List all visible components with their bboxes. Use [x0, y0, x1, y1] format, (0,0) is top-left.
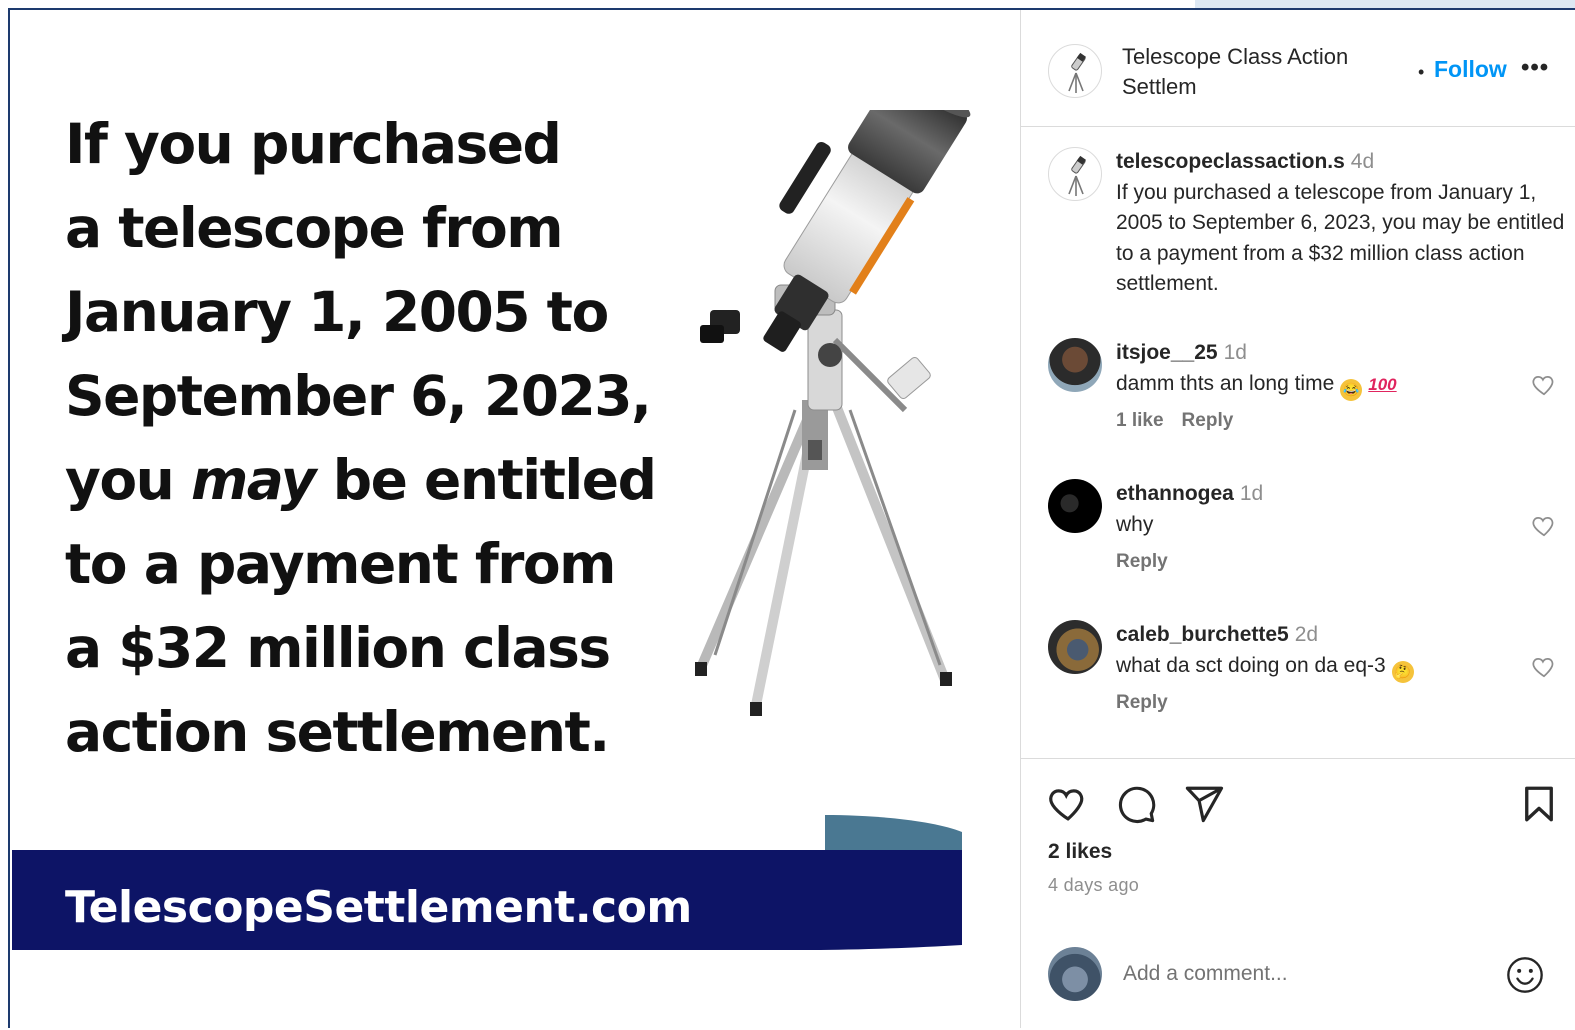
comment-item: caleb_burchette5 2d what da sct doing on …: [1021, 620, 1575, 740]
comment-username[interactable]: caleb_burchette5: [1116, 623, 1289, 646]
commenter-avatar[interactable]: [1048, 338, 1102, 392]
commenter-avatar[interactable]: [1048, 479, 1102, 533]
follow-button[interactable]: Follow: [1434, 56, 1507, 83]
post-sidebar: Telescope Class Action Settlem • Follow …: [1020, 10, 1575, 1028]
post-timestamp: 4 days ago: [1048, 875, 1140, 895]
headline-emphasis: may: [190, 448, 317, 512]
current-user-avatar: [1048, 947, 1102, 1001]
headline-line: a telescope from: [65, 196, 564, 260]
heart-icon[interactable]: [1531, 372, 1557, 398]
comment-meta: 1 like Reply: [1116, 410, 1251, 432]
comment-text: what da sct doing on da eq-3: [1116, 653, 1386, 677]
post-image[interactable]: If you purchased a telescope from Januar…: [10, 10, 1020, 1028]
telescope-icon: [1068, 155, 1086, 196]
comment-text: why: [1116, 512, 1154, 536]
emoji-picker-icon[interactable]: [1505, 955, 1545, 995]
headline-line: to a payment from: [65, 532, 617, 596]
headline-line: a $32 million class: [65, 616, 611, 680]
caption-text: If you purchased a telescope from Januar…: [1116, 180, 1565, 296]
window-top-strip: [1195, 0, 1575, 8]
comment-text: damm thts an long time: [1116, 371, 1335, 395]
comment-body: ethannogea 1d why: [1116, 479, 1516, 540]
likes-count[interactable]: 2 likes: [1048, 840, 1112, 864]
comment-body: caleb_burchette5 2d what da sct doing on …: [1116, 620, 1516, 683]
hundred-emoji-icon: 100: [1368, 374, 1397, 394]
laughing-emoji-icon: 😂: [1340, 378, 1363, 401]
headline-line: action settlement.: [65, 700, 610, 764]
account-avatar[interactable]: [1048, 44, 1102, 98]
telescope-illustration: [695, 110, 971, 716]
comment-bubble-icon[interactable]: [1115, 783, 1157, 825]
post-header: Telescope Class Action Settlem • Follow …: [1021, 10, 1575, 127]
divider: [1021, 758, 1575, 759]
thinking-emoji-icon: 🤔: [1391, 660, 1414, 683]
comment-time: 1d: [1223, 341, 1247, 364]
more-options-icon[interactable]: •••: [1521, 54, 1549, 82]
like-heart-icon[interactable]: [1047, 783, 1089, 825]
banner-url: TelescopeSettlement.com: [65, 882, 692, 933]
comment-time: 1d: [1239, 482, 1264, 505]
headline-line: If you purchased: [65, 112, 562, 176]
telescope-icon: [1068, 52, 1086, 93]
reply-button[interactable]: Reply: [1116, 551, 1168, 572]
headline: If you purchased a telescope from Januar…: [65, 102, 705, 774]
bookmark-icon[interactable]: [1518, 783, 1560, 825]
comment-item: itsjoe__25 1d damm thts an long time 😂 100 …: [1021, 338, 1575, 458]
caption-avatar[interactable]: [1048, 147, 1102, 201]
post-caption: telescopeclassaction.s 4d If you purchase…: [1116, 147, 1566, 300]
comment-body: itsjoe__25 1d damm thts an long time 😂 100: [1116, 338, 1516, 401]
account-name[interactable]: Telescope Class Action Settlem: [1122, 42, 1392, 102]
headline-text: you: [65, 448, 191, 512]
comment-meta: Reply: [1116, 551, 1186, 573]
comment-likes[interactable]: 1 like: [1116, 410, 1164, 431]
comment-username[interactable]: itsjoe__25: [1116, 341, 1218, 364]
headline-text: be entitled: [315, 448, 657, 512]
caption-time: 4d: [1350, 150, 1375, 173]
reply-button[interactable]: Reply: [1182, 410, 1234, 431]
commenter-avatar[interactable]: [1048, 620, 1102, 674]
heart-icon[interactable]: [1531, 513, 1557, 539]
comment-meta: Reply: [1116, 692, 1186, 714]
heart-icon[interactable]: [1531, 654, 1557, 680]
add-comment-input[interactable]: [1121, 955, 1495, 993]
caption-username[interactable]: telescopeclassaction.s: [1116, 150, 1345, 173]
comment-time: 2d: [1294, 623, 1319, 646]
headline-line: January 1, 2005 to: [65, 280, 609, 344]
headline-line: September 6, 2023,: [65, 364, 652, 428]
reply-button[interactable]: Reply: [1116, 692, 1168, 713]
headline-line: you may be entitled: [65, 438, 705, 522]
separator-dot: •: [1418, 62, 1425, 82]
share-send-icon[interactable]: [1183, 783, 1225, 825]
comment-item: ethannogea 1d why Reply: [1021, 479, 1575, 599]
comment-username[interactable]: ethannogea: [1116, 482, 1234, 505]
